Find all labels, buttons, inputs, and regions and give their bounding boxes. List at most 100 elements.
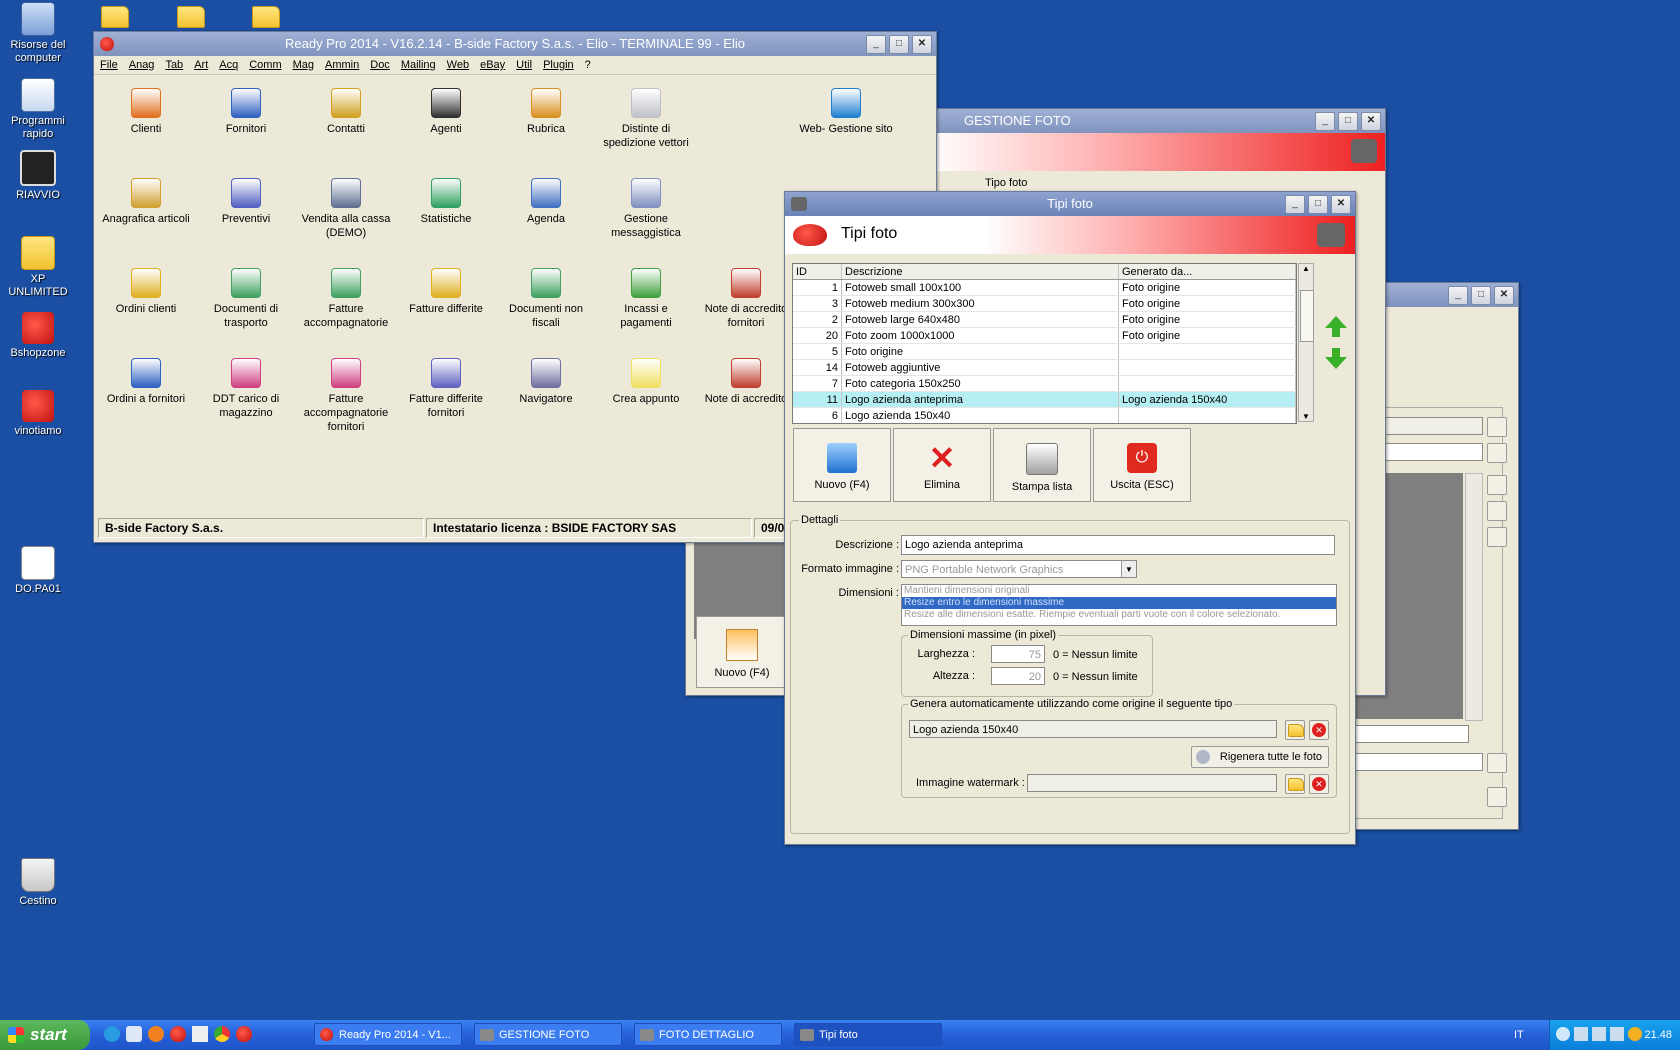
table-row[interactable]: 3 Fotoweb medium 300x300 Foto origine [793,295,1296,312]
auto-source-field[interactable]: Logo azienda 150x40 [909,720,1277,738]
notepad-icon[interactable] [192,1026,208,1042]
print-list-button[interactable]: Stampa lista [993,428,1091,502]
format-select[interactable]: PNG Portable Network Graphics ▼ [901,560,1137,578]
clear-watermark-button[interactable]: ✕ [1309,774,1329,794]
desktop-icon-vinotiamo[interactable]: vinotiamo [0,390,76,438]
table-row[interactable]: 11 Logo azienda anteprima Logo azienda 150… [793,391,1296,408]
main-icon-web-gestione-sito[interactable]: Web- Gestione sito [798,88,894,136]
minimize-button[interactable]: _ [1315,112,1335,131]
main-icon-clienti[interactable]: Clienti [98,88,194,136]
taskbar-item-foto-dettaglio[interactable]: FOTO DETTAGLIO [634,1023,782,1046]
desktop-icon-dopa01[interactable]: DO.PA01 [0,546,76,596]
main-icon-documenti-non-fiscali[interactable]: Documenti non fiscali [498,268,594,330]
taskbar-item-tipi-foto[interactable]: Tipi foto [794,1023,942,1046]
start-button[interactable]: start [0,1020,90,1050]
new-photo-button[interactable]: Nuovo (F4) [696,616,788,688]
main-icon-note-di-accredito-fornitori[interactable]: Note di accredito fornitori [698,268,794,330]
main-icon-anagrafica-articoli[interactable]: Anagrafica articoli [98,178,194,226]
menu-plugin[interactable]: Plugin [543,56,574,74]
height-input[interactable]: 20 [991,667,1045,685]
watermark-field[interactable] [1027,774,1277,792]
exit-button[interactable]: ⏻ Uscita (ESC) [1093,428,1191,502]
maximize-button[interactable]: □ [1338,112,1358,131]
tray-back-icon[interactable] [1556,1027,1570,1041]
menu-comm[interactable]: Comm [249,56,281,74]
table-row[interactable]: 14 Fotoweb aggiuntive [793,359,1296,376]
main-icon-preventivi[interactable]: Preventivi [198,178,294,226]
main-icon-note-di-accredito[interactable]: Note di accredito [698,358,794,406]
user-search-button[interactable] [1487,787,1507,807]
dimension-option[interactable]: Mantieni dimensioni originali [902,585,1336,597]
folder-button[interactable] [1487,417,1507,437]
vertical-scrollbar[interactable] [1465,473,1483,721]
tray-update-icon[interactable] [1628,1027,1642,1041]
main-icon-agenti[interactable]: Agenti [398,88,494,136]
tray-network-icon[interactable] [1574,1027,1588,1041]
col-id-header[interactable]: ID [793,264,842,280]
table-row[interactable]: 1 Fotoweb small 100x100 Foto origine [793,279,1296,296]
main-icon-navigatore[interactable]: Navigatore [498,358,594,406]
folder-shortcut-icon[interactable] [177,6,205,28]
maximize-button[interactable]: □ [1471,286,1491,305]
close-button[interactable]: ✕ [1331,195,1351,214]
regenerate-all-button[interactable]: Rigenera tutte le foto [1191,746,1329,768]
main-icon-contatti[interactable]: Contatti [298,88,394,136]
chevron-down-icon[interactable]: ▼ [1121,561,1136,577]
dimension-option-selected[interactable]: Resize entro le dimensioni massime [902,597,1336,609]
table-row[interactable]: 7 Foto categoria 150x250 [793,375,1296,392]
tray-display-icon[interactable] [1610,1027,1624,1041]
table-row[interactable]: 6 Logo azienda 150x40 [793,407,1296,423]
maximize-button[interactable]: □ [889,35,909,54]
menu-help[interactable]: ? [585,56,591,74]
close-button[interactable]: ✕ [1361,112,1381,131]
taskbar-item-ready-pro[interactable]: Ready Pro 2014 - V1... [314,1023,462,1046]
delete-button[interactable]: ✕ Elimina [893,428,991,502]
close-button[interactable]: ✕ [912,35,932,54]
scroll-thumb[interactable] [1300,290,1314,342]
chrome-icon[interactable] [214,1026,230,1042]
menu-anag[interactable]: Anag [129,56,155,74]
desktop-icon-cestino[interactable]: Cestino [0,858,76,908]
folder-button[interactable] [1285,720,1305,740]
main-icon-distinte-di-spedizione-vettori[interactable]: Distinte di spedizione vettori [598,88,694,150]
taskbar-item-gestione-foto[interactable]: GESTIONE FOTO [474,1023,622,1046]
main-icon-ordini-a-fornitori[interactable]: Ordini a fornitori [98,358,194,406]
desktop-icon-xp-unlimited[interactable]: XP UNLIMITED [0,236,76,299]
main-icon-documenti-di-trasporto[interactable]: Documenti di trasporto [198,268,294,330]
scroll-up-arrow[interactable]: ▲ [1299,264,1313,273]
main-icon-fatture-accompagnatorie[interactable]: Fatture accompagnatorie [298,268,394,330]
menu-file[interactable]: File [100,56,118,74]
minimize-button[interactable]: _ [866,35,886,54]
move-up-button[interactable] [1325,316,1347,338]
strawberry-icon[interactable] [170,1026,186,1042]
col-generato-header[interactable]: Generato da... [1118,264,1296,280]
scroll-down-arrow[interactable]: ▼ [1299,412,1313,421]
main-icon-fatture-accompagnatorie-fornitori[interactable]: Fatture accompagnatorie fornitori [298,358,394,434]
main-icon-rubrica[interactable]: Rubrica [498,88,594,136]
firefox-icon[interactable] [148,1026,164,1042]
menu-mailing[interactable]: Mailing [401,56,436,74]
desktop-icon-bshopzone[interactable]: Bshopzone [0,312,76,360]
link-button[interactable] [1487,753,1507,773]
table-row[interactable]: 2 Fotoweb large 640x480 Foto origine [793,311,1296,328]
menu-acq[interactable]: Acq [219,56,238,74]
resize-button[interactable] [1487,475,1507,495]
strawberry-icon[interactable] [236,1026,252,1042]
minimize-button[interactable]: _ [1285,195,1305,214]
table-row[interactable]: 5 Foto origine [793,343,1296,360]
ie-icon[interactable] [104,1026,120,1042]
main-icon-vendita-alla-cassa-demo[interactable]: Vendita alla cassa (DEMO) [298,178,394,240]
width-input[interactable]: 75 [991,645,1045,663]
close-button[interactable]: ✕ [1494,286,1514,305]
menu-ammin[interactable]: Ammin [325,56,359,74]
folder-button[interactable] [1285,774,1305,794]
main-icon-ordini-clienti[interactable]: Ordini clienti [98,268,194,316]
maximize-button[interactable]: □ [1308,195,1328,214]
brush-button[interactable] [1487,501,1507,521]
desktop-icon-computer[interactable]: Risorse del computer [0,2,76,65]
move-down-button[interactable] [1325,348,1347,370]
minimize-button[interactable]: _ [1448,286,1468,305]
desktop-icon-riavvio[interactable]: RIAVVIO [0,150,76,202]
menu-doc[interactable]: Doc [370,56,390,74]
globe-button[interactable] [1487,443,1507,463]
